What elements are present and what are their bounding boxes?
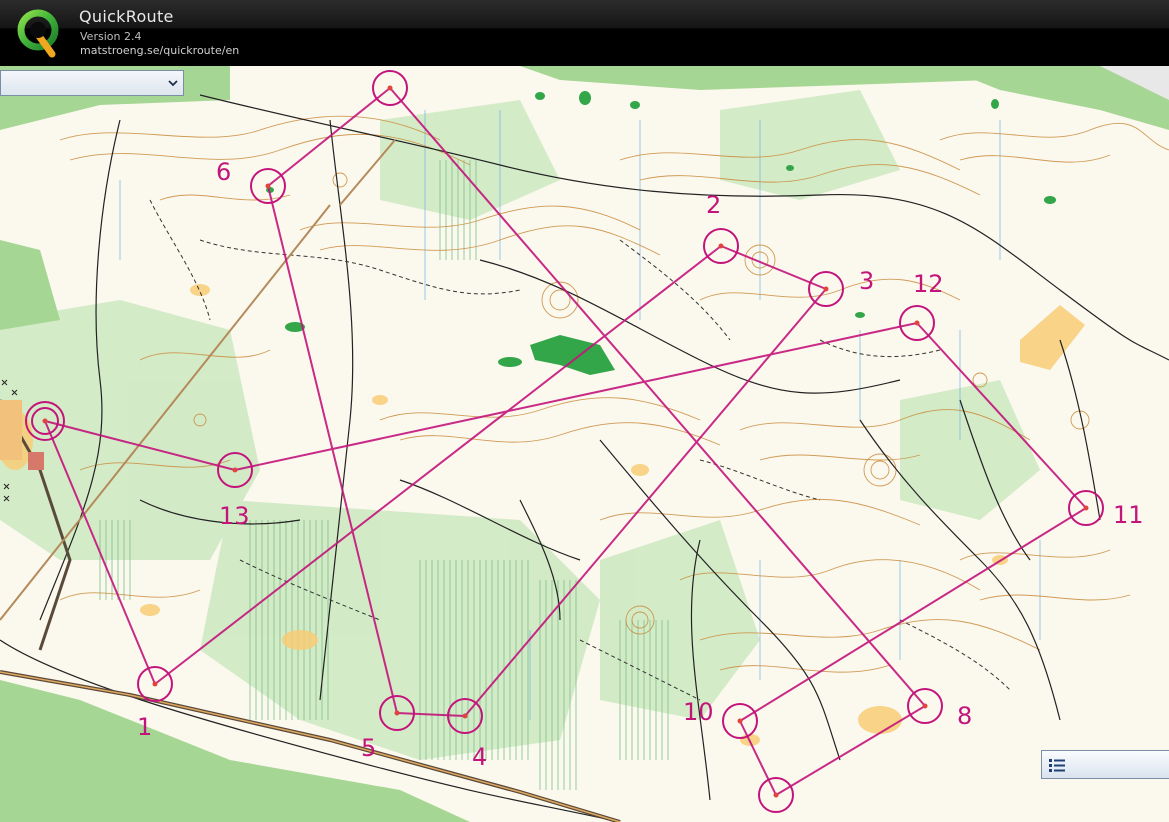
orienteering-map[interactable]: 1 2 3 4 5 6 8 10 11 12 13: [0, 66, 1169, 822]
control-number-5: 5: [361, 734, 376, 762]
control-number-4: 4: [472, 743, 487, 771]
map-canvas[interactable]: 1 2 3 4 5 6 8 10 11 12 13: [0, 66, 1169, 822]
control-number-6: 6: [216, 158, 231, 186]
quickroute-logo: [17, 9, 59, 58]
control-number-12: 12: [913, 270, 944, 298]
route-selector-dropdown[interactable]: [0, 70, 184, 96]
app-title: QuickRoute: [79, 7, 174, 26]
control-number-13: 13: [219, 502, 250, 530]
control-number-10: 10: [683, 698, 714, 726]
app-version: Version 2.4: [80, 30, 142, 43]
control-number-3: 3: [859, 267, 874, 295]
list-icon: [1049, 759, 1065, 772]
control-number-8: 8: [957, 702, 972, 730]
chevron-down-icon: [168, 80, 178, 87]
app-header: QuickRoute Version 2.4 matstroeng.se/qui…: [0, 0, 1169, 66]
control-number-2: 2: [706, 191, 721, 219]
control-number-1: 1: [137, 713, 152, 741]
control-number-11: 11: [1113, 501, 1144, 529]
legend-toggle-button[interactable]: [1041, 750, 1169, 779]
app-url-link[interactable]: matstroeng.se/quickroute/en: [80, 44, 239, 57]
start-finish-marker[interactable]: [25, 401, 65, 441]
